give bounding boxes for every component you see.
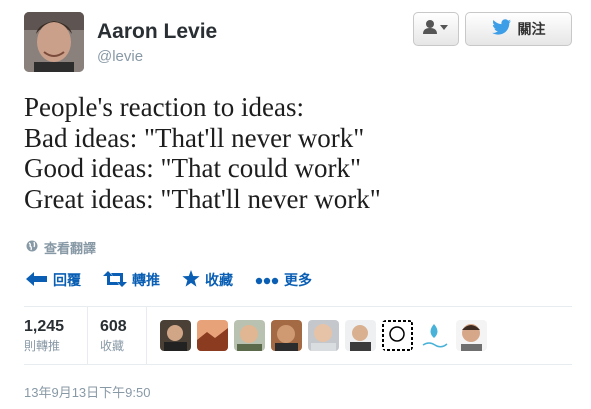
tweet-line: Good ideas: "That could work" — [24, 153, 361, 183]
retweeter-avatar[interactable] — [234, 320, 265, 351]
retweet-count: 1,245 — [24, 318, 65, 335]
tweet-line: Bad ideas: "That'll never work" — [24, 122, 365, 153]
favorite-button[interactable]: 收藏 — [182, 270, 233, 290]
retweeter-avatar[interactable] — [456, 320, 487, 351]
retweets-stat[interactable]: 1,245 則轉推 — [24, 318, 64, 354]
retweeter-avatar[interactable] — [419, 320, 450, 351]
favorite-count-label: 收藏 — [100, 339, 125, 353]
more-label: 更多 — [284, 272, 312, 288]
reply-icon — [26, 271, 53, 290]
author-display-name[interactable]: Aaron Levie — [97, 20, 217, 44]
user-dropdown-icon — [422, 19, 450, 40]
retweet-count-label: 則轉推 — [24, 339, 61, 353]
retweeter-avatar[interactable] — [345, 320, 376, 351]
tweet-line: Great ideas: "That'll never work" — [24, 183, 381, 214]
translate-link[interactable]: 查看翻譯 — [26, 238, 96, 257]
author-handle[interactable]: @levie — [97, 48, 143, 65]
tweet-line: People's reaction to ideas: — [24, 92, 305, 122]
tweet-actions: 回覆 轉推 收藏 更多 — [26, 270, 334, 290]
retweeter-avatar[interactable] — [382, 320, 413, 351]
follow-label: 關注 — [517, 21, 546, 37]
retweet-label: 轉推 — [132, 272, 160, 288]
retweeter-avatars — [160, 320, 493, 351]
retweeter-avatar[interactable] — [197, 320, 228, 351]
retweeter-avatar[interactable] — [160, 320, 191, 351]
more-dots-icon — [255, 272, 284, 288]
tweet-text: People's reaction to ideas: Bad ideas: "… — [24, 92, 574, 214]
stats-separator — [87, 306, 88, 364]
follow-button[interactable]: 關注 — [465, 12, 572, 46]
stats-top-divider — [24, 306, 572, 307]
more-button[interactable]: 更多 — [255, 270, 312, 290]
reply-label: 回覆 — [53, 272, 81, 288]
favorite-count: 608 — [100, 318, 127, 335]
favorite-label: 收藏 — [205, 272, 233, 288]
author-avatar[interactable] — [24, 12, 84, 72]
retweet-icon — [103, 270, 132, 290]
favorites-stat[interactable]: 608 收藏 — [100, 318, 127, 354]
retweeter-avatar[interactable] — [308, 320, 339, 351]
translate-label: 查看翻譯 — [44, 241, 97, 256]
stats-bottom-divider — [24, 364, 572, 365]
stats-separator — [146, 306, 147, 364]
tweet-timestamp[interactable]: 13年9月13日下午9:50 — [24, 382, 150, 401]
retweeter-avatar[interactable] — [271, 320, 302, 351]
twitter-bird-icon — [491, 18, 512, 40]
reply-button[interactable]: 回覆 — [26, 270, 81, 290]
user-actions-button[interactable] — [413, 12, 459, 46]
globe-icon — [26, 240, 44, 255]
retweet-button[interactable]: 轉推 — [103, 270, 160, 290]
star-icon — [182, 270, 205, 290]
